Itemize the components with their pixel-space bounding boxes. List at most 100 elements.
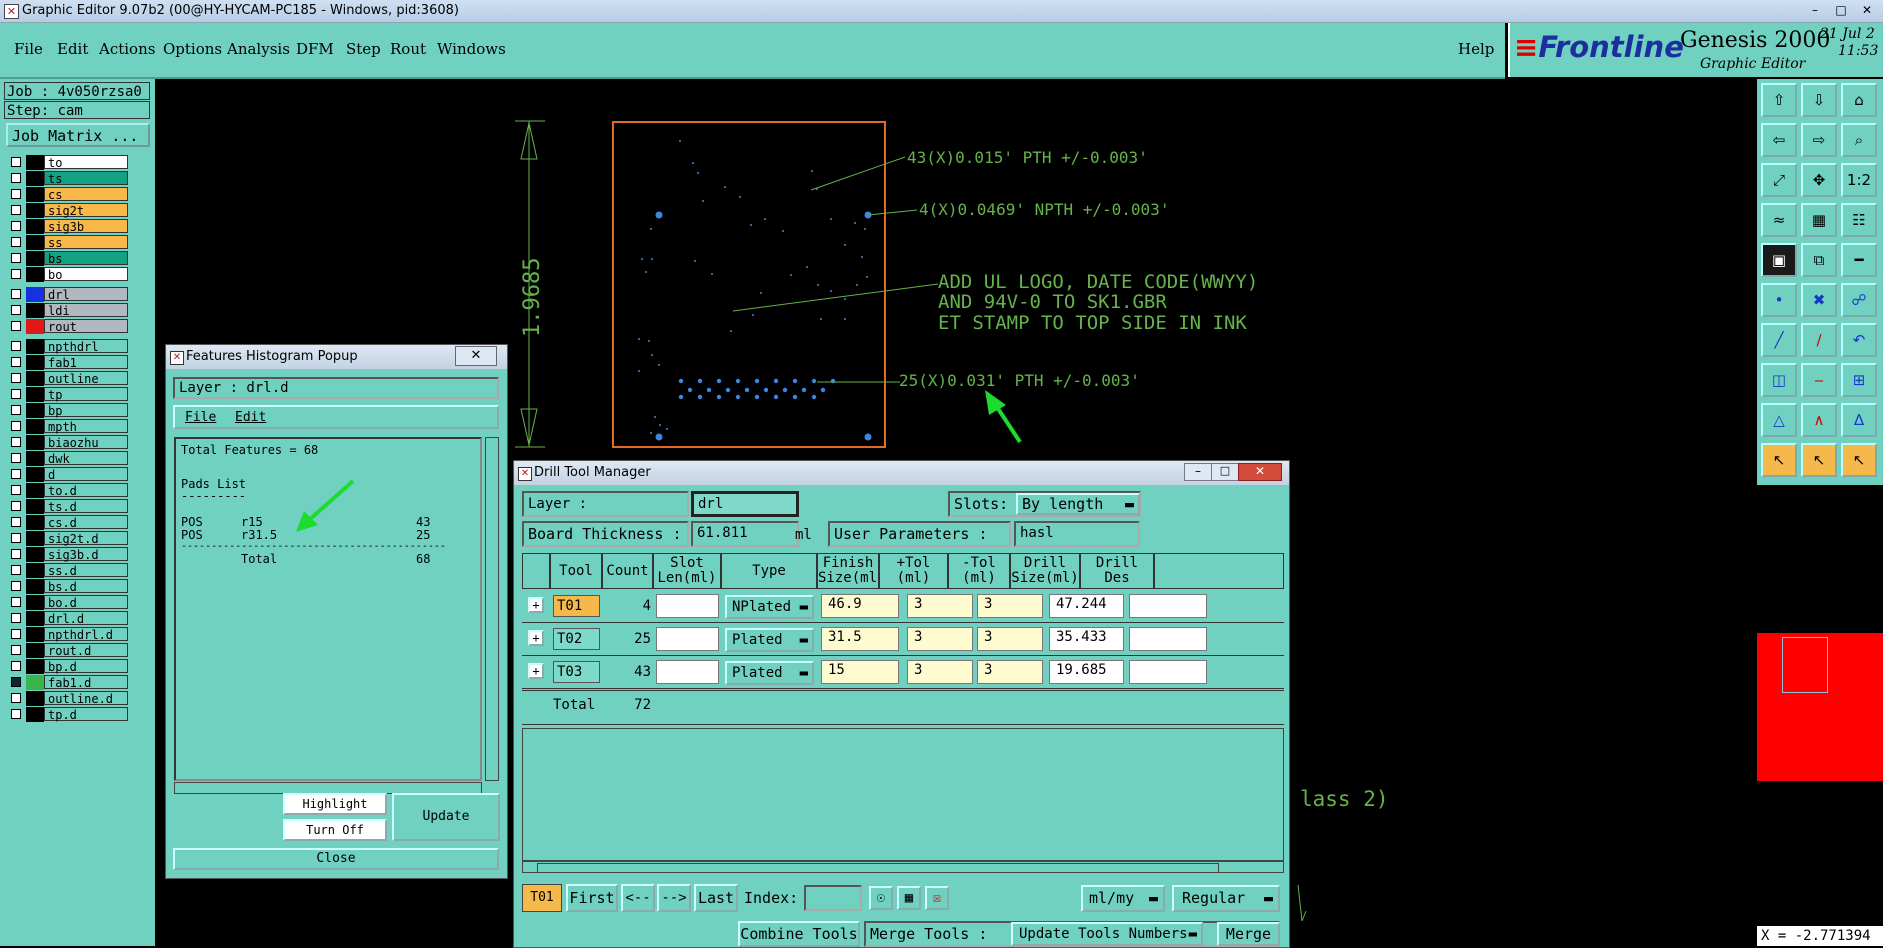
type-dropdown[interactable]: Plated ▬ [725,628,814,652]
hscroll-thumb[interactable] [537,863,1219,873]
drill-size-input[interactable]: 47.244 [1049,594,1124,618]
layer-row[interactable]: bs [6,251,128,266]
layer-checkbox[interactable] [11,189,21,199]
tool-table-hscrollbar[interactable] [522,861,1284,873]
menu-analysis[interactable]: Analysis [227,40,290,58]
layer-checkbox[interactable] [11,709,21,719]
layer-checkbox[interactable] [11,645,21,655]
layer-checkbox[interactable] [11,373,21,383]
layer-row[interactable]: sig3b.d [6,547,128,562]
layer-name[interactable]: tp.d [44,707,128,722]
drill-close-button[interactable]: ✕ [1238,463,1282,481]
layer-name[interactable]: mpth [44,419,128,434]
units-dropdown[interactable]: ml/my ▬ [1081,885,1165,912]
pointer-icon[interactable]: ↖ [1761,443,1797,477]
layer-name[interactable]: d [44,467,128,482]
layer-checkbox[interactable] [11,173,21,183]
first-button[interactable]: First [566,884,618,912]
maximize-button[interactable]: □ [1830,2,1852,18]
layer-checkbox[interactable] [11,629,21,639]
layer-name[interactable]: sig2t [44,203,128,218]
link-icon[interactable]: ☍ [1841,283,1877,317]
layer-name[interactable]: cs [44,187,128,202]
prev-button[interactable]: <-- [621,884,655,912]
grid-icon[interactable]: ▦ [897,886,921,910]
minimize-button[interactable]: – [1804,2,1826,18]
layer-row[interactable]: bs.d [6,579,128,594]
minus-tol-input[interactable]: 3 [977,594,1043,618]
next-button[interactable]: --> [657,884,691,912]
layer-checkbox[interactable] [11,437,21,447]
layer-row[interactable]: bp.d [6,659,128,674]
menu-options[interactable]: Options [163,40,222,58]
layer-row[interactable]: outline.d [6,691,128,706]
menu-rout[interactable]: Rout [390,40,426,58]
layer-checkbox[interactable] [11,237,21,247]
merge-button[interactable]: Merge [1217,922,1280,946]
drill-des-input[interactable] [1129,627,1207,651]
layer-name[interactable]: biaozhu [44,435,128,450]
slot-length-input[interactable] [656,660,719,684]
layer-row[interactable]: npthdrl [6,339,128,354]
layer-name[interactable]: outline.d [44,691,128,706]
layer-row[interactable]: bo [6,267,128,282]
layer-checkbox[interactable] [11,305,21,315]
layer-name[interactable]: ts [44,171,128,186]
job-matrix-button[interactable]: Job Matrix ... [6,123,150,147]
import-icon[interactable]: ⇧ [1761,83,1797,117]
layer-name[interactable]: fab1 [44,355,128,370]
dash-icon[interactable]: ‒ [1801,363,1837,397]
layer-name[interactable]: ts.d [44,499,128,514]
pan-left-icon[interactable]: ⇦ [1761,123,1797,157]
histogram-titlebar[interactable]: ✕ Features Histogram Popup ✕ [166,345,507,369]
ruler-icon[interactable]: ━ [1841,243,1877,277]
drill-maximize-button[interactable]: □ [1211,463,1239,481]
layer-row[interactable]: sig2t.d [6,531,128,546]
layer-name[interactable]: rout [44,319,128,334]
layer-name[interactable]: dwk [44,451,128,466]
layer-row[interactable]: ldi [6,303,128,318]
layer-row[interactable]: ss [6,235,128,250]
drill-size-input[interactable]: 35.433 [1049,627,1124,651]
layer-checkbox[interactable] [11,693,21,703]
drill-size-input[interactable]: 19.685 [1049,660,1124,684]
layers-icon[interactable]: ☷ [1841,203,1877,237]
layer-name[interactable]: ldi [44,303,128,318]
layer-checkbox[interactable] [11,157,21,167]
finish-size-input[interactable]: 46.9 [821,594,899,618]
layer-name[interactable]: outline [44,371,128,386]
zoom-home-icon[interactable]: ✥ [1801,163,1837,197]
menu-help[interactable]: Help [1458,40,1494,58]
pointer2-icon[interactable]: ↖ [1801,443,1837,477]
layer-row[interactable]: to.d [6,483,128,498]
layer-name[interactable]: tp [44,387,128,402]
layer-name[interactable]: ss.d [44,563,128,578]
layer-row[interactable]: tp.d [6,707,128,722]
slot-length-input[interactable] [656,594,719,618]
line-icon[interactable]: ╱ [1761,323,1797,357]
minus-tol-input[interactable]: 3 [977,660,1043,684]
finish-size-input[interactable]: 15 [821,660,899,684]
layer-row[interactable]: cs [6,187,128,202]
minus-tol-input[interactable]: 3 [977,627,1043,651]
layer-row[interactable]: to [6,155,128,170]
drill-des-input[interactable] [1129,594,1207,618]
layer-checkbox[interactable] [11,221,21,231]
histogram-vscrollbar[interactable] [485,437,499,781]
scale-icon[interactable]: 1:2 [1841,163,1877,197]
layer-value[interactable]: drl [691,491,799,517]
drill-titlebar[interactable]: ✕ Drill Tool Manager – □ ✕ [514,461,1289,485]
slope-icon[interactable]: ∕ [1801,323,1837,357]
triangle-icon[interactable]: △ [1761,403,1797,437]
copy-icon[interactable]: ⧉ [1801,243,1837,277]
type-dropdown[interactable]: NPlated ▬ [725,595,814,619]
layer-row[interactable]: d [6,467,128,482]
menu-dfm[interactable]: DFM [296,40,334,58]
layer-row[interactable]: npthdrl.d [6,627,128,642]
menu-file[interactable]: File [14,40,43,58]
layer-checkbox[interactable] [11,597,21,607]
layer-row[interactable]: sig2t [6,203,128,218]
layer-name[interactable]: fab1.d [44,675,128,690]
layer-name[interactable]: npthdrl [44,339,128,354]
expand-row-button[interactable]: + [528,663,544,679]
